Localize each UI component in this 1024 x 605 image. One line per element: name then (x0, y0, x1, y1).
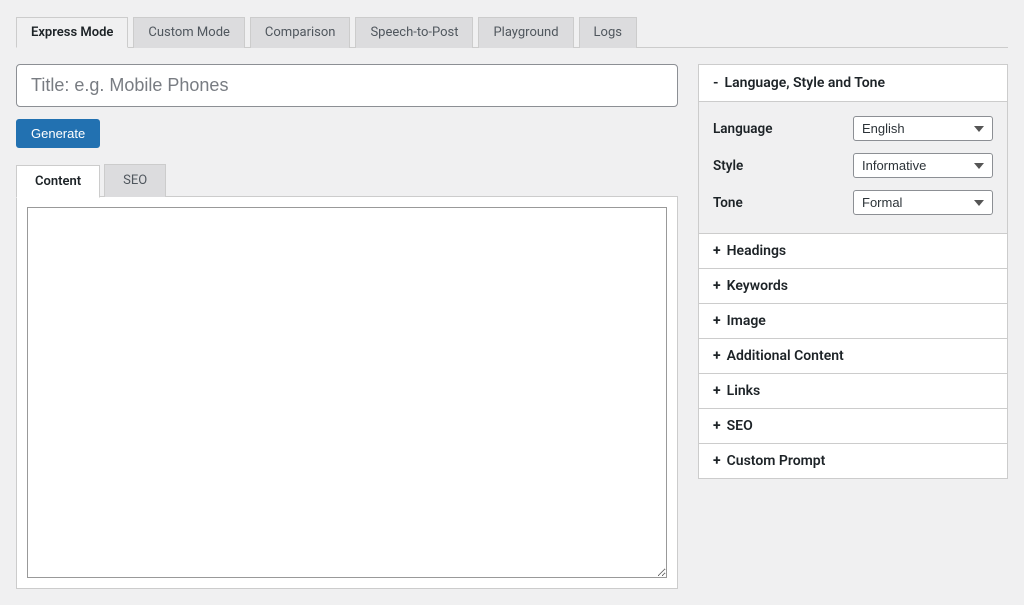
plus-icon: + (713, 453, 721, 469)
panel-custom-prompt[interactable]: + Custom Prompt (699, 444, 1007, 478)
label-style: Style (713, 158, 853, 174)
title-input[interactable] (16, 64, 678, 107)
settings-panel: - Language, Style and Tone Language Engl… (698, 64, 1008, 479)
select-language[interactable]: English (853, 116, 993, 141)
top-tabs: Express Mode Custom Mode Comparison Spee… (16, 16, 1008, 48)
tab-speech-to-post[interactable]: Speech-to-Post (355, 17, 473, 48)
panel-label: Image (727, 313, 766, 329)
plus-icon: + (713, 278, 721, 294)
generate-button[interactable]: Generate (16, 119, 100, 148)
select-style[interactable]: Informative (853, 153, 993, 178)
panel-language-style-tone[interactable]: - Language, Style and Tone (699, 65, 1007, 102)
sub-tabs: Content SEO (16, 164, 678, 197)
panel-links[interactable]: + Links (699, 374, 1007, 409)
select-tone[interactable]: Formal (853, 190, 993, 215)
panel-label: SEO (727, 418, 753, 434)
panel-image[interactable]: + Image (699, 304, 1007, 339)
panel-seo[interactable]: + SEO (699, 409, 1007, 444)
label-language: Language (713, 121, 853, 137)
panel-label: Links (727, 383, 761, 399)
plus-icon: + (713, 418, 721, 434)
panel-label: Keywords (727, 278, 788, 294)
plus-icon: + (713, 348, 721, 364)
panel-label: Headings (727, 243, 786, 259)
panel-label: Additional Content (727, 348, 844, 364)
plus-icon: + (713, 243, 721, 259)
subtab-seo[interactable]: SEO (104, 164, 166, 197)
panel-title: Language, Style and Tone (725, 75, 886, 91)
minus-icon: - (713, 75, 719, 91)
plus-icon: + (713, 383, 721, 399)
plus-icon: + (713, 313, 721, 329)
label-tone: Tone (713, 195, 853, 211)
tab-express-mode[interactable]: Express Mode (16, 17, 128, 48)
panel-body-language: Language English Style Informative Tone (699, 102, 1007, 234)
tab-playground[interactable]: Playground (478, 17, 573, 48)
subtab-content[interactable]: Content (16, 165, 100, 198)
panel-additional-content[interactable]: + Additional Content (699, 339, 1007, 374)
tab-comparison[interactable]: Comparison (250, 17, 351, 48)
panel-label: Custom Prompt (727, 453, 826, 469)
panel-keywords[interactable]: + Keywords (699, 269, 1007, 304)
tab-custom-mode[interactable]: Custom Mode (133, 17, 245, 48)
content-panel (16, 196, 678, 589)
tab-logs[interactable]: Logs (579, 17, 637, 48)
content-textarea[interactable] (27, 207, 667, 578)
panel-headings[interactable]: + Headings (699, 234, 1007, 269)
